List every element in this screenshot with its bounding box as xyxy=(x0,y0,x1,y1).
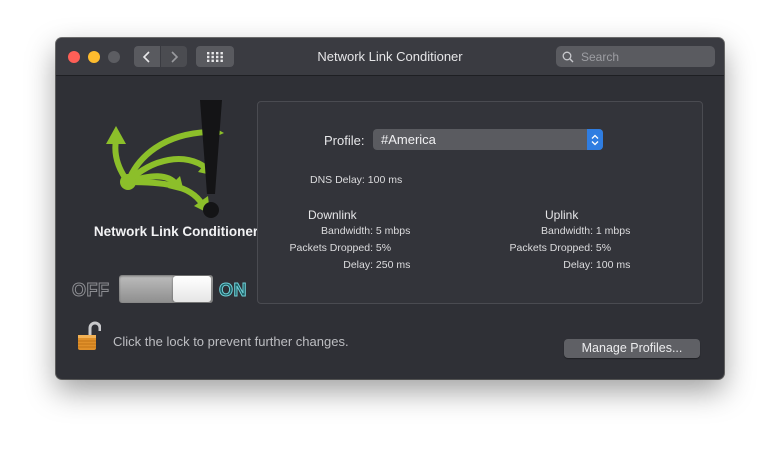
downlink-packets-value: 5% xyxy=(375,242,392,254)
uplink-packets-value: 5% xyxy=(595,242,612,254)
search-field[interactable] xyxy=(556,46,715,67)
downlink-bandwidth-row: Bandwidth: 5 mbps xyxy=(264,225,410,237)
app-name-label: Network Link Conditioner xyxy=(93,224,259,239)
close-button[interactable] xyxy=(68,51,80,63)
profile-selected-value: #America xyxy=(381,132,436,147)
profile-dropdown[interactable]: #America xyxy=(373,129,603,150)
window-title: Network Link Conditioner xyxy=(317,49,463,64)
minimize-button[interactable] xyxy=(88,51,100,63)
uplink-packets-label: Packets Dropped: xyxy=(509,242,593,254)
profile-label: Profile: xyxy=(324,133,365,148)
settings-panel: Profile: #America DNS Delay: 100 ms Down… xyxy=(257,101,703,304)
uplink-bandwidth-label: Bandwidth: xyxy=(541,225,593,237)
downlink-heading: Downlink xyxy=(308,208,357,222)
dns-delay-label: DNS Delay: xyxy=(310,174,365,186)
search-icon xyxy=(562,51,574,62)
uplink-bandwidth-row: Bandwidth: 1 mbps xyxy=(484,225,630,237)
downlink-delay-value: 250 ms xyxy=(375,259,411,271)
grid-icon xyxy=(207,51,223,62)
show-all-button[interactable] xyxy=(196,46,234,67)
on-off-switch[interactable] xyxy=(119,275,213,303)
uplink-heading: Uplink xyxy=(545,208,579,222)
downlink-delay-label: Delay: xyxy=(343,259,373,271)
lock-hint-text: Click the lock to prevent further change… xyxy=(113,334,349,349)
uplink-bandwidth-value: 1 mbps xyxy=(595,225,631,237)
downlink-bandwidth-label: Bandwidth: xyxy=(321,225,373,237)
zoom-button[interactable] xyxy=(108,51,120,63)
manage-profiles-button[interactable]: Manage Profiles... xyxy=(564,339,700,358)
forward-button[interactable] xyxy=(161,46,187,67)
downlink-packets-label: Packets Dropped: xyxy=(289,242,373,254)
uplink-packets-row: Packets Dropped: 5% xyxy=(484,242,612,254)
uplink-delay-row: Delay: 100 ms xyxy=(484,259,630,271)
preferences-window: Network Link Conditioner Network Link Co… xyxy=(56,38,724,379)
dropdown-stepper-icon[interactable] xyxy=(587,129,603,150)
downlink-bandwidth-value: 5 mbps xyxy=(375,225,411,237)
uplink-delay-value: 100 ms xyxy=(595,259,631,271)
uplink-delay-label: Delay: xyxy=(563,259,593,271)
toggle-off-label[interactable]: OFF xyxy=(72,280,110,301)
search-input[interactable] xyxy=(579,48,713,65)
downlink-packets-row: Packets Dropped: 5% xyxy=(264,242,392,254)
back-button[interactable] xyxy=(134,46,160,67)
unlocked-padlock-icon[interactable] xyxy=(77,320,101,354)
switch-knob[interactable] xyxy=(173,276,211,302)
dns-delay-value: 100 ms xyxy=(367,174,403,186)
downlink-delay-row: Delay: 250 ms xyxy=(264,259,410,271)
dns-delay-row: DNS Delay: 100 ms xyxy=(310,174,402,186)
chevron-right-icon xyxy=(171,50,179,63)
chevron-left-icon xyxy=(142,50,150,63)
toggle-on-label[interactable]: ON xyxy=(219,280,248,301)
network-link-conditioner-logo xyxy=(106,100,224,218)
title-bar: Network Link Conditioner xyxy=(56,38,724,76)
